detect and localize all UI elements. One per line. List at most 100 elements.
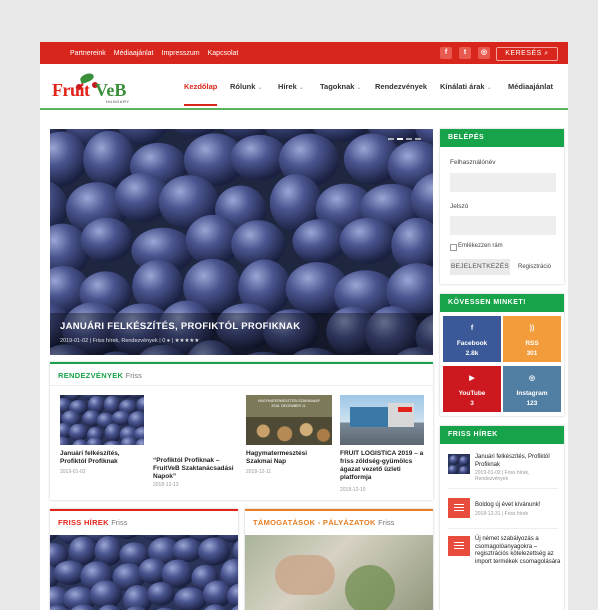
slider-dot[interactable] — [397, 138, 403, 140]
list-item[interactable]: Új német szabályozás a csomagolóanyagokr… — [448, 536, 560, 606]
logo-subtext: HUNGARY — [106, 99, 129, 104]
fresh-news-image[interactable] — [50, 535, 238, 610]
event-title[interactable]: “Profiktól Profiknak – FruitVeB Szaktaná… — [153, 457, 239, 481]
rss-icon: )) — [527, 324, 537, 334]
plum-shape — [293, 219, 346, 263]
grants-image[interactable] — [245, 535, 433, 610]
news-title[interactable]: Boldog új évet kívánunk! — [475, 502, 561, 510]
top-link-partners[interactable]: Partnereink — [70, 50, 106, 57]
tile-count: 2.8k — [443, 350, 501, 357]
plum-shape — [81, 218, 133, 262]
tile-name: RSS — [503, 340, 561, 347]
hero-caption: JANUÁRI FELKÉSZÍTÉS, PROFIKTÓL PROFIKNAK… — [50, 313, 433, 355]
document-icon — [448, 536, 470, 556]
divider — [448, 488, 558, 489]
section-divider — [50, 385, 433, 386]
instagram-icon[interactable]: ◎ — [478, 47, 490, 59]
search-label: KERESÉS — [505, 50, 542, 57]
event-date: 2019-01-02 — [60, 469, 86, 475]
section-accent-bar — [245, 509, 433, 511]
fresh-news-widget: FRISS HÍREK Januári felkészítés, Profikt… — [440, 426, 564, 610]
top-link-media[interactable]: Médiaajánlat — [114, 50, 154, 57]
login-widget: BELÉPÉS Felhasználónév Jelszó Emlékezzen… — [440, 129, 564, 284]
password-label: Jelszó — [450, 203, 468, 210]
event-thumb-onion[interactable]: HAGYMATERMESZTÉSI SZAKMANAP 2018. DECEMB… — [246, 395, 332, 445]
top-links: Partnereink Médiaajánlat Impresszum Kapc… — [70, 42, 238, 64]
youtube-icon: ▶ — [467, 374, 477, 384]
top-link-impressum[interactable]: Impresszum — [162, 50, 200, 57]
facebook-tile[interactable]: f Facebook 2.8k — [443, 316, 501, 362]
register-link[interactable]: Regisztráció — [518, 264, 551, 270]
slider-dot[interactable] — [415, 138, 421, 140]
remember-checkbox[interactable] — [450, 244, 457, 251]
hero-title[interactable]: JANUÁRI FELKÉSZÍTÉS, PROFIKTÓL PROFIKNAK — [60, 321, 300, 332]
top-link-contact[interactable]: Kapcsolat — [208, 50, 239, 57]
news-thumb-plums — [448, 454, 470, 474]
search-icon: ⌕ — [544, 50, 548, 57]
chevron-down-icon: ⌄ — [356, 85, 361, 91]
event-date: 2018-12-10 — [340, 487, 366, 493]
event-date: 2018-12-11 — [246, 469, 271, 475]
section-accent-bar — [50, 509, 238, 511]
event-date: 2018-12-13 — [153, 482, 179, 488]
login-button[interactable]: BEJELENTKEZÉS — [450, 259, 510, 275]
chevron-down-icon: ⌄ — [487, 85, 492, 91]
nav-item-media[interactable]: Médiaajánlat — [508, 82, 553, 91]
password-field[interactable] — [450, 216, 556, 235]
event-thumb-fair[interactable] — [340, 395, 424, 445]
plum-shape — [198, 537, 230, 565]
plum-shape — [69, 424, 89, 442]
logo-text-veb: VeB — [95, 80, 126, 101]
event-title[interactable]: Januári felkészítés, Profiktól Profiknak — [60, 450, 144, 466]
grants-section: TÁMOGATÁSOK - PÁLYÁZATOK Friss — [245, 509, 433, 610]
fresh-news-section: FRISS HÍREK Friss — [50, 509, 238, 610]
section-heading: RENDEZVÉNYEK Friss — [58, 371, 142, 380]
event-title[interactable]: FRUIT LOGISTICA 2019 – a friss zöldség-g… — [340, 450, 428, 482]
hero-slider[interactable]: JANUÁRI FELKÉSZÍTÉS, PROFIKTÓL PROFIKNAK… — [50, 129, 433, 355]
widget-title: KÖVESSEN MINKET! — [440, 294, 564, 312]
main-header: Fruit VeB HUNGARY Kezdőlap Rólunk⌄ Hírek… — [40, 64, 568, 110]
username-label: Felhasználónév — [450, 159, 496, 166]
tile-count: 3 — [443, 400, 501, 407]
slider-dot[interactable] — [388, 138, 394, 140]
rss-tile[interactable]: )) RSS 301 — [503, 316, 561, 362]
nav-item-about[interactable]: Rólunk⌄ — [230, 82, 262, 91]
news-meta: 2018-12-31 | Friss hírek — [475, 511, 561, 517]
username-field[interactable] — [450, 173, 556, 192]
event-title[interactable]: Hagymatermesztési Szakmai Nap — [246, 450, 334, 466]
events-section: RENDEZVÉNYEK Friss Januári felkészítés, … — [50, 362, 433, 500]
news-title[interactable]: Januári felkészítés, Profiktól Profiknak — [475, 454, 561, 469]
facebook-icon[interactable]: f — [440, 47, 452, 59]
twitter-icon[interactable]: t — [459, 47, 471, 59]
tile-name: Facebook — [443, 340, 501, 347]
nav-item-events[interactable]: Rendezvények — [375, 82, 427, 91]
tile-name: Instagram — [503, 390, 561, 397]
tile-name: YouTube — [443, 390, 501, 397]
slider-dots[interactable] — [388, 138, 421, 140]
facebook-icon: f — [467, 324, 477, 334]
slider-dot[interactable] — [406, 138, 412, 140]
section-accent-bar — [50, 362, 433, 364]
plum-shape — [340, 218, 396, 264]
tile-count: 123 — [503, 400, 561, 407]
top-bar: Partnereink Médiaajánlat Impresszum Kapc… — [40, 42, 568, 64]
nav-item-home[interactable]: Kezdőlap — [184, 82, 217, 91]
follow-widget: KÖVESSEN MINKET! f Facebook 2.8k )) RSS … — [440, 294, 564, 416]
remember-label: Emlékezzen rám — [458, 243, 503, 249]
section-heading: TÁMOGATÁSOK - PÁLYÁZATOK Friss — [253, 518, 394, 527]
tile-count: 301 — [503, 350, 561, 357]
event-thumb-plums[interactable] — [60, 395, 144, 445]
nav-item-news[interactable]: Hírek⌄ — [278, 82, 304, 91]
plum-shape — [147, 582, 175, 606]
divider — [448, 528, 558, 529]
nav-item-prices[interactable]: Kínálati árak⌄ — [440, 82, 492, 91]
search-button[interactable]: KERESÉS ⌕ — [496, 47, 558, 61]
instagram-tile[interactable]: ◎ Instagram 123 — [503, 366, 561, 412]
list-item[interactable]: Boldog új évet kívánunk! 2018-12-31 | Fr… — [448, 498, 560, 528]
youtube-tile[interactable]: ▶ YouTube 3 — [443, 366, 501, 412]
chevron-down-icon: ⌄ — [299, 85, 304, 91]
instagram-icon: ◎ — [527, 374, 537, 384]
news-title[interactable]: Új német szabályozás a csomagolóanyagokr… — [475, 536, 561, 566]
nav-item-members[interactable]: Tagoknak⌄ — [320, 82, 361, 91]
logo[interactable]: Fruit VeB HUNGARY — [52, 74, 142, 104]
